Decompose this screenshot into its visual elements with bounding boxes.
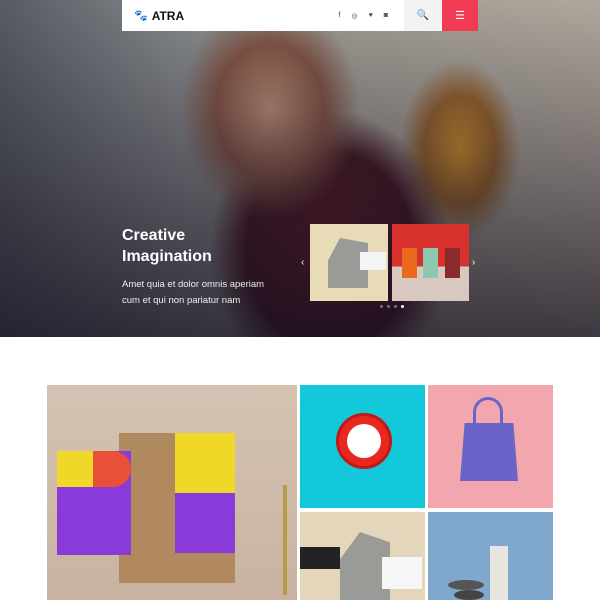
social-links: f ◎ ♥ ◙ [339,12,388,20]
carousel-dot[interactable] [394,305,397,308]
instagram-icon[interactable]: ◙ [384,12,388,20]
menu-button[interactable]: ☰ [442,0,478,31]
gallery-item-clock[interactable] [300,385,425,508]
gallery-item-tote-bag[interactable] [428,385,553,508]
gallery-item-notebooks[interactable] [47,385,297,600]
carousel-dots [380,305,404,308]
carousel-dot[interactable] [387,305,390,308]
hero-text: Creative Imagination Amet quia et dolor o… [122,225,264,309]
hero-title: Creative Imagination [122,227,212,265]
carousel-slide[interactable] [310,224,388,301]
search-icon: 🔍 [416,10,430,21]
gallery-item-cosmetics[interactable] [428,512,553,600]
logo[interactable]: 🐾 ATRA [134,9,184,23]
brand-name: ATRA [151,8,185,23]
carousel-dot[interactable] [380,305,383,308]
carousel-slide[interactable] [392,224,469,301]
pinterest-icon[interactable]: ◎ [352,12,358,20]
facebook-icon[interactable]: f [339,12,341,20]
paw-icon: 🐾 [134,10,148,22]
gallery-item-invitation-card[interactable] [300,512,425,600]
twitter-icon[interactable]: ♥ [369,12,373,20]
hamburger-menu-icon: ☰ [455,10,465,22]
carousel-next-button[interactable]: › [472,257,475,268]
carousel-prev-button[interactable]: ‹ [301,257,304,268]
hero-subtitle: Amet quia et dolor omnis aperiam cum et q… [122,279,265,306]
site-header: 🐾 ATRA f ◎ ♥ ◙ 🔍 ☰ [122,0,478,31]
search-button[interactable]: 🔍 [404,0,442,31]
carousel-dot-active[interactable] [401,305,404,308]
hero-banner [0,0,600,337]
